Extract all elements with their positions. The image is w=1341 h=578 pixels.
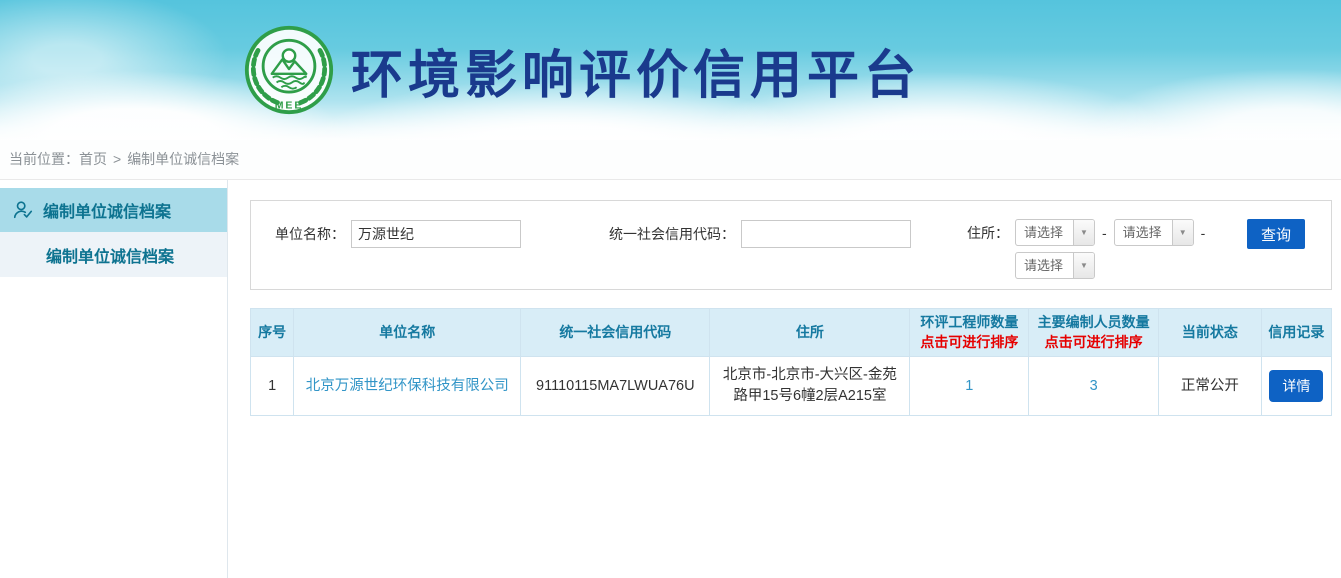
page-title: 环境影响评价信用平台 [351,33,921,108]
breadcrumb: 当前位置：首页 > 编制单位诚信档案 [0,140,1341,180]
header-engineer-count-label: 环评工程师数量 [920,314,1018,330]
header-staff-count-sortable[interactable]: 主要编制人员数量 点击可进行排序 [1029,309,1159,357]
search-panel: 单位名称： 统一社会信用代码： 住所： 请选择 ▼ - [250,200,1332,290]
credit-code-label: 统一社会信用代码： [609,224,735,244]
table-body: 1 北京万源世纪环保科技有限公司 91110115MA7LWUA76U 北京市-… [251,357,1332,416]
header-status: 当前状态 [1159,309,1262,357]
company-name-field: 单位名称： [275,219,521,249]
breadcrumb-separator: > [113,151,121,167]
cell-status: 正常公开 [1159,357,1262,416]
site-header: MEE 环境影响评价信用平台 [0,0,1341,140]
header-company: 单位名称 [294,309,521,357]
city-select-value: 请选择 [1115,220,1172,245]
address-row-1: 请选择 ▼ - 请选择 ▼ - [1015,219,1205,246]
main-content: 单位名称： 统一社会信用代码： 住所： 请选择 ▼ - [228,180,1341,578]
sidebar-item-label: 编制单位诚信档案 [43,198,171,222]
chevron-down-icon[interactable]: ▼ [1172,220,1193,245]
city-select[interactable]: 请选择 ▼ [1114,219,1194,246]
cell-index: 1 [251,357,294,416]
content-layout: 编制单位诚信档案 编制单位诚信档案 单位名称： 统一社会信用代码： 住所： 请选… [0,180,1341,578]
address-selects: 请选择 ▼ - 请选择 ▼ - 请选择 ▼ [1015,219,1205,279]
breadcrumb-label: 当前位置： [9,151,79,167]
header-inner: MEE 环境影响评价信用平台 [0,0,1341,140]
table-row: 1 北京万源世纪环保科技有限公司 91110115MA7LWUA76U 北京市-… [251,357,1332,416]
header-address: 住所 [710,309,910,357]
user-check-icon [12,199,34,221]
results-table: 序号 单位名称 统一社会信用代码 住所 环评工程师数量 点击可进行排序 主要编制… [250,308,1332,416]
credit-code-field: 统一社会信用代码： [609,219,911,249]
address-label: 住所： [967,219,1009,247]
address-row-2: 请选择 ▼ [1015,252,1205,279]
sidebar-subitem-credit-archive[interactable]: 编制单位诚信档案 [0,232,227,277]
header-credit-record: 信用记录 [1261,309,1331,357]
district-select[interactable]: 请选择 ▼ [1015,252,1095,279]
company-link[interactable]: 北京万源世纪环保科技有限公司 [306,378,509,394]
sidebar: 编制单位诚信档案 编制单位诚信档案 [0,180,228,578]
header-engineer-count-sortable[interactable]: 环评工程师数量 点击可进行排序 [910,309,1029,357]
header-staff-count-label: 主要编制人员数量 [1038,314,1150,330]
header-index: 序号 [251,309,294,357]
district-select-value: 请选择 [1016,253,1073,278]
detail-button[interactable]: 详情 [1269,370,1323,402]
province-select-value: 请选择 [1016,220,1073,245]
header-credit-code: 统一社会信用代码 [521,309,710,357]
company-name-input[interactable] [351,220,521,248]
company-name-label: 单位名称： [275,224,345,244]
engineer-count-link[interactable]: 1 [965,378,973,394]
credit-code-input[interactable] [741,220,911,248]
breadcrumb-current: 编制单位诚信档案 [127,151,239,167]
sidebar-subitem-label: 编制单位诚信档案 [46,243,174,267]
sidebar-item-credit-archive[interactable]: 编制单位诚信档案 [0,188,227,232]
table-head: 序号 单位名称 统一社会信用代码 住所 环评工程师数量 点击可进行排序 主要编制… [251,309,1332,357]
table-header-row: 序号 单位名称 统一社会信用代码 住所 环评工程师数量 点击可进行排序 主要编制… [251,309,1332,357]
address-dash: - [1102,225,1107,241]
address-field: 住所： 请选择 ▼ - 请选择 ▼ - [967,219,1205,249]
address-dash: - [1201,225,1206,241]
chevron-down-icon[interactable]: ▼ [1073,253,1094,278]
cell-address: 北京市-北京市-大兴区-金苑路甲15号6幢2层A215室 [710,357,910,416]
chevron-down-icon[interactable]: ▼ [1073,220,1094,245]
engineer-sort-hint[interactable]: 点击可进行排序 [912,333,1026,353]
cell-credit-code: 91110115MA7LWUA76U [521,357,710,416]
query-button[interactable]: 查询 [1247,219,1305,249]
breadcrumb-home-link[interactable]: 首页 [79,151,107,167]
staff-sort-hint[interactable]: 点击可进行排序 [1031,333,1156,353]
staff-count-link[interactable]: 3 [1090,378,1098,394]
mee-logo-icon: MEE [243,24,335,116]
logo-text: MEE [275,99,304,111]
province-select[interactable]: 请选择 ▼ [1015,219,1095,246]
